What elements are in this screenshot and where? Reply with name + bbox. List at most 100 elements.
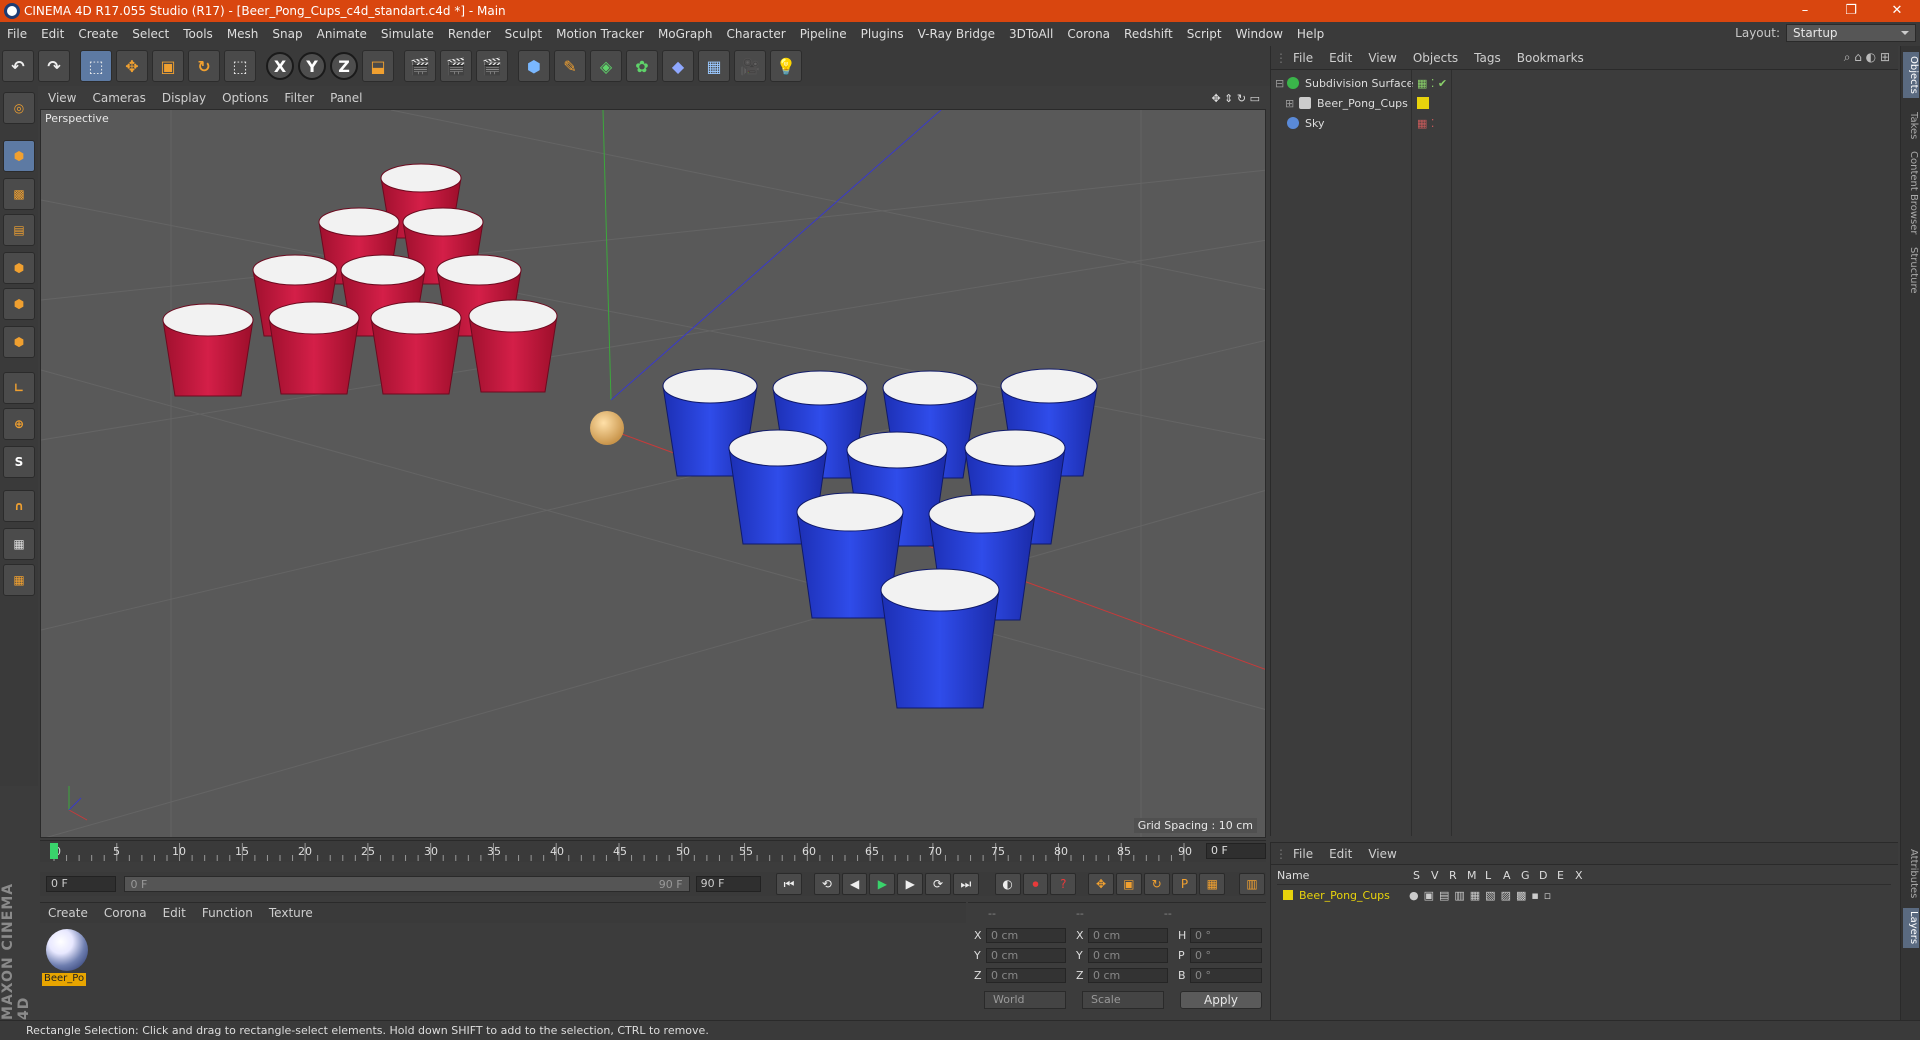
viewport-menu-options[interactable]: Options	[214, 91, 276, 105]
tab-attributes[interactable]: Attributes	[1903, 846, 1919, 902]
current-frame-field[interactable]: 0 F	[1206, 843, 1266, 859]
material-preview[interactable]	[46, 929, 88, 971]
menu-plugins[interactable]: Plugins	[854, 27, 911, 41]
menu-snap[interactable]: Snap	[265, 27, 309, 41]
keyframe-selection-icon[interactable]: ?	[1050, 873, 1077, 895]
x-axis-button[interactable]: X	[266, 52, 294, 80]
viewport-menu-display[interactable]: Display	[154, 91, 214, 105]
workplane-icon[interactable]: ◎	[3, 92, 35, 124]
position-z-field[interactable]: 0 cm	[986, 967, 1066, 983]
menu-vray-bridge[interactable]: V-Ray Bridge	[911, 27, 1002, 41]
last-tool-icon[interactable]: ⬚	[224, 50, 256, 82]
objects-menu-tags[interactable]: Tags	[1466, 51, 1509, 65]
timeline[interactable]: 0 5 10 15 20 25 30 35 40 45 50 55 60 65 …	[40, 840, 1266, 862]
object-visibility-icon[interactable]: ▦ ⁚ ✔	[1417, 77, 1447, 90]
render-view-icon[interactable]: 🎬	[404, 50, 436, 82]
object-name[interactable]: Sky	[1305, 117, 1324, 130]
objects-menu-objects[interactable]: Objects	[1405, 51, 1466, 65]
material-menu-edit[interactable]: Edit	[155, 906, 194, 920]
planar-workplane-icon[interactable]: ▦	[3, 564, 35, 596]
tab-structure[interactable]: Structure	[1903, 242, 1919, 298]
next-frame-icon[interactable]: ▶	[897, 873, 924, 895]
subdivision-icon[interactable]: ◈	[590, 50, 622, 82]
layers-menu-view[interactable]: View	[1360, 847, 1404, 861]
frame-range-slider[interactable]: 0 F 90 F	[123, 876, 690, 892]
coordinate-space-select[interactable]: World	[984, 991, 1066, 1009]
next-keyframe-icon[interactable]: ⟳	[925, 873, 951, 895]
deformer-icon[interactable]: ◆	[662, 50, 694, 82]
coordinate-system-icon[interactable]: ⬓	[362, 50, 394, 82]
menu-simulate[interactable]: Simulate	[374, 27, 441, 41]
material-menu-corona[interactable]: Corona	[96, 906, 155, 920]
menu-mograph[interactable]: MoGraph	[651, 27, 720, 41]
menu-script[interactable]: Script	[1180, 27, 1229, 41]
cube-icon[interactable]: ⬢	[518, 50, 550, 82]
undo-icon[interactable]: ↶	[2, 50, 34, 82]
go-to-start-icon[interactable]: ⏮	[776, 873, 802, 895]
camera-icon[interactable]: 🎥	[734, 50, 766, 82]
key-pla-icon[interactable]: ▦	[1199, 873, 1226, 895]
size-z-field[interactable]: 0 cm	[1088, 967, 1168, 983]
object-row[interactable]: Sky ▦ ⁚	[1275, 114, 1895, 132]
menu-redshift[interactable]: Redshift	[1117, 27, 1180, 41]
rotation-p-field[interactable]: 0 °	[1190, 947, 1262, 963]
go-to-end-icon[interactable]: ⏭	[952, 873, 979, 895]
object-name[interactable]: Beer_Pong_Cups	[1317, 97, 1408, 110]
timeline-window-icon[interactable]: ▥	[1239, 873, 1265, 895]
tab-layers[interactable]: Layers	[1903, 908, 1919, 948]
scale-icon[interactable]: ▣	[152, 50, 184, 82]
material-name[interactable]: Beer_Po	[42, 973, 86, 986]
viewport-menu-filter[interactable]: Filter	[276, 91, 322, 105]
menu-mesh[interactable]: Mesh	[220, 27, 266, 41]
object-row[interactable]: ⊟ Subdivision Surface ▦ ⁚ ✔	[1275, 74, 1895, 92]
close-button[interactable]: ✕	[1874, 0, 1920, 22]
previous-keyframe-icon[interactable]: ⟲	[813, 873, 840, 895]
apply-button[interactable]: Apply	[1180, 991, 1262, 1009]
menu-render[interactable]: Render	[441, 27, 498, 41]
move-icon[interactable]: ✥	[116, 50, 148, 82]
objects-menu-file[interactable]: File	[1285, 51, 1321, 65]
viewport-menu-panel[interactable]: Panel	[322, 91, 370, 105]
size-y-field[interactable]: 0 cm	[1088, 947, 1168, 963]
menu-pipeline[interactable]: Pipeline	[793, 27, 854, 41]
render-picture-viewer-icon[interactable]: 🎬	[440, 50, 472, 82]
object-row[interactable]: ⊞ Beer_Pong_Cups	[1275, 94, 1895, 112]
menu-window[interactable]: Window	[1229, 27, 1290, 41]
light-icon[interactable]: 💡	[770, 50, 802, 82]
material-menu-create[interactable]: Create	[40, 906, 96, 920]
snap-icon[interactable]: S	[3, 446, 35, 478]
size-mode-select[interactable]: Scale	[1082, 991, 1164, 1009]
object-visibility-icon[interactable]: ▦ ⁚	[1417, 117, 1434, 130]
tab-content-browser[interactable]: Content Browser	[1903, 150, 1919, 236]
menu-sculpt[interactable]: Sculpt	[498, 27, 549, 41]
tweak-mode-icon[interactable]: ⊕	[3, 408, 35, 440]
objects-menu-edit[interactable]: Edit	[1321, 51, 1360, 65]
render-settings-icon[interactable]: 🎬	[476, 50, 508, 82]
menu-motion-tracker[interactable]: Motion Tracker	[549, 27, 651, 41]
y-axis-button[interactable]: Y	[298, 52, 326, 80]
layers-menu-file[interactable]: File	[1285, 847, 1321, 861]
position-x-field[interactable]: 0 cm	[986, 927, 1066, 943]
previous-frame-icon[interactable]: ◀	[841, 873, 868, 895]
rotation-b-field[interactable]: 0 °	[1190, 967, 1262, 983]
start-frame-field[interactable]: 0 F	[46, 876, 116, 892]
mograph-cloner-icon[interactable]: ✿	[626, 50, 658, 82]
menu-animate[interactable]: Animate	[310, 27, 374, 41]
minimize-button[interactable]: –	[1782, 0, 1828, 22]
layer-flag-icons[interactable]: ●▣▤▥▦▧▨▩▪▫	[1409, 889, 1556, 902]
key-rotation-icon[interactable]: ↻	[1143, 873, 1170, 895]
record-active-objects-icon[interactable]: ◐	[994, 873, 1021, 895]
menu-tools[interactable]: Tools	[176, 27, 220, 41]
menu-3dtoall[interactable]: 3DToAll	[1002, 27, 1060, 41]
menu-character[interactable]: Character	[719, 27, 792, 41]
pen-spline-icon[interactable]: ✎	[554, 50, 586, 82]
viewport-nav-icons[interactable]: ✥ ⇕ ↻ ▭	[1211, 92, 1266, 105]
perspective-viewport[interactable]: Perspective Grid Spacing : 10 cm	[40, 109, 1266, 838]
play-icon[interactable]: ▶	[869, 873, 896, 895]
rotate-icon[interactable]: ↻	[188, 50, 220, 82]
layout-select[interactable]: Startup	[1786, 24, 1916, 42]
tab-objects[interactable]: Objects	[1903, 52, 1919, 98]
redo-icon[interactable]: ↷	[38, 50, 70, 82]
magnet-icon[interactable]: ∩	[3, 490, 35, 522]
points-mode-icon[interactable]: ⬢	[3, 252, 35, 284]
